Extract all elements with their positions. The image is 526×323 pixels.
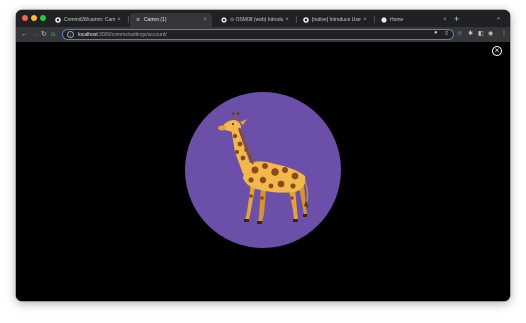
site-info-icon[interactable]: i — [67, 31, 74, 38]
github-icon — [55, 17, 61, 23]
close-icon: × — [494, 46, 500, 55]
browser-window: Commit28/camro: Camro is fo × ≎ Camro (1… — [16, 10, 510, 301]
close-overlay-button[interactable]: × — [492, 46, 502, 56]
maximize-window-button[interactable] — [40, 15, 46, 21]
reload-icon[interactable]: ↻ — [41, 29, 47, 40]
new-tab-button[interactable]: + — [454, 13, 459, 25]
minimize-window-button[interactable] — [31, 15, 37, 21]
tab-title: Camro (1) — [144, 17, 167, 23]
tab-camro[interactable]: ≎ Camro (1) × — [130, 13, 212, 27]
tab-title: [native] Introduce UserProfile — [312, 17, 361, 23]
github-icon — [303, 17, 309, 23]
kebab-menu-icon[interactable]: ⋮ — [501, 30, 507, 37]
home-button-icon[interactable]: ⌂ — [51, 29, 55, 40]
tab-title: Commit28/camro: Camro is fo — [64, 17, 115, 23]
browser-toolbar: ← → ↻ ⌂ i localhost:3000/comms/settings/… — [16, 27, 510, 42]
side-panel-icon[interactable]: ◧ — [478, 30, 484, 37]
tab-title: ⊙ OSM08 (web) Introduce us — [230, 17, 283, 23]
tab-github-camro[interactable]: Commit28/camro: Camro is fo × — [50, 13, 126, 27]
url-text: localhost:3000/comms/settings/account/ — [78, 31, 167, 38]
share-icon[interactable]: ⇧ — [444, 30, 449, 37]
google-lens-icon[interactable]: ● — [434, 30, 438, 36]
tab-search-chevron-icon[interactable]: ⌄ — [496, 14, 501, 21]
tab-home[interactable]: Home × — [376, 13, 452, 27]
bookmark-star-icon[interactable]: ☆ — [457, 30, 462, 37]
tab-osm08[interactable]: ⊙ OSM08 (web) Introduce us × — [216, 13, 294, 27]
extensions-puzzle-icon[interactable]: ✱ — [468, 30, 473, 37]
close-window-button[interactable] — [22, 15, 28, 21]
back-arrow-icon[interactable]: ← — [21, 29, 28, 40]
tab-close-icon[interactable]: × — [201, 17, 209, 23]
camro-icon: ≎ — [135, 17, 141, 23]
tab-close-icon[interactable]: × — [283, 17, 291, 23]
tab-bar: Commit28/camro: Camro is fo × ≎ Camro (1… — [16, 10, 510, 27]
tab-title: Home — [390, 17, 404, 23]
osm-icon — [221, 17, 227, 23]
home-icon — [381, 17, 387, 23]
page-content: × — [16, 42, 510, 301]
tab-close-icon[interactable]: × — [361, 17, 369, 23]
tab-close-icon[interactable]: × — [441, 17, 449, 23]
forward-arrow-icon[interactable]: → — [31, 29, 38, 40]
tab-close-icon[interactable]: × — [115, 17, 123, 23]
giraffe-icon — [218, 112, 309, 224]
tab-native-userprofile[interactable]: [native] Introduce UserProfile × — [298, 13, 372, 27]
avatar-enlarged — [185, 92, 341, 248]
address-bar[interactable]: i localhost:3000/comms/settings/account/ — [62, 29, 454, 40]
profile-avatar-icon[interactable]: ◉ — [488, 30, 493, 37]
